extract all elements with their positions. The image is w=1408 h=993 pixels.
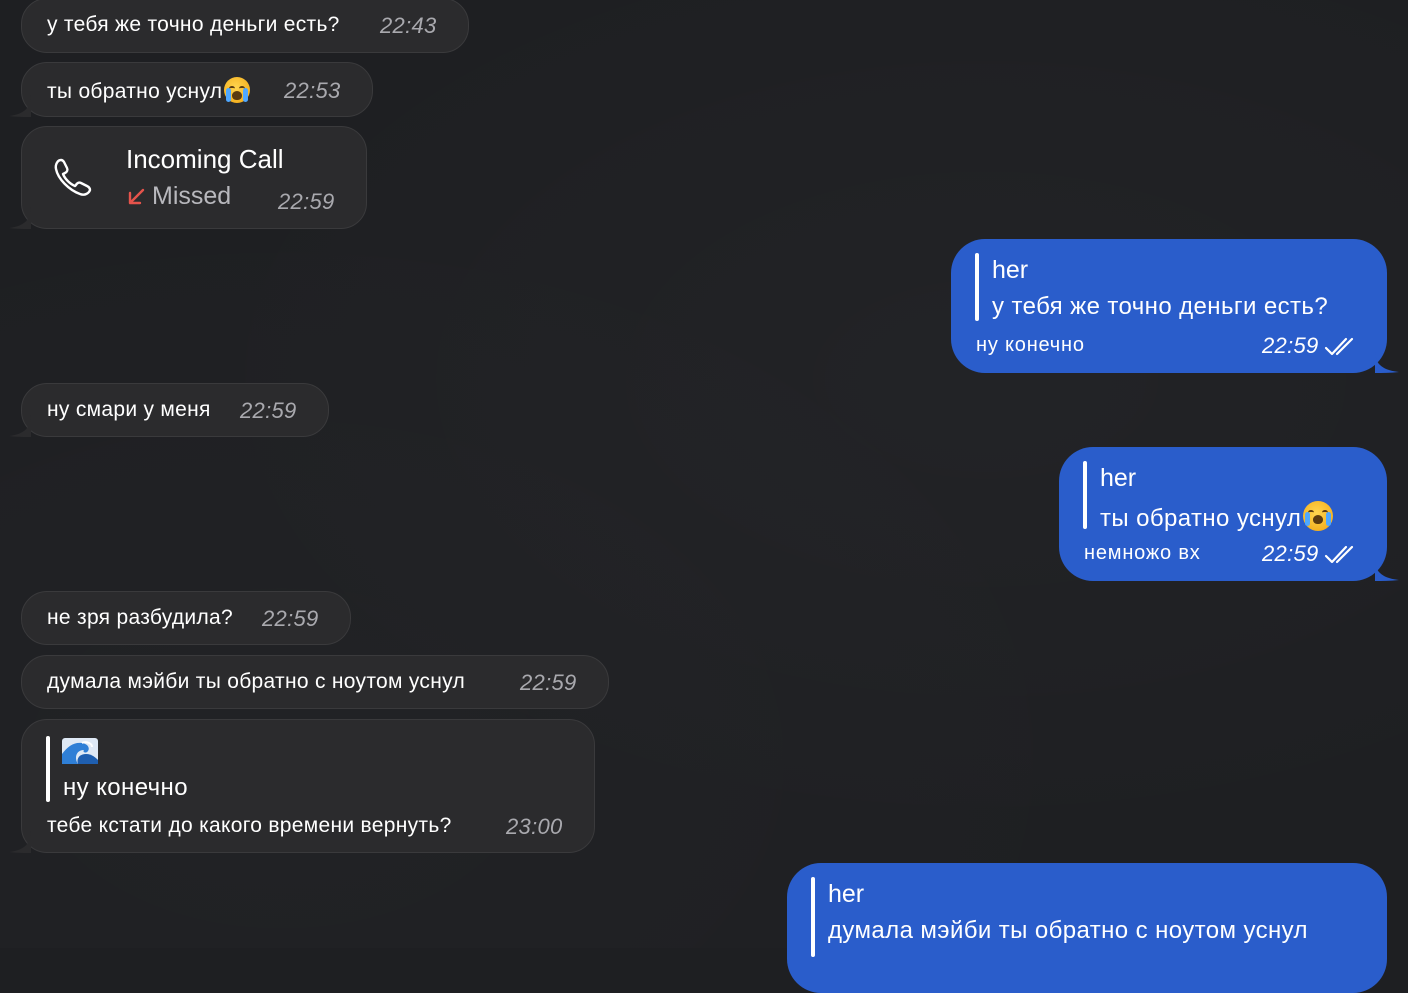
message-text: ну смари у меня (47, 398, 211, 421)
message-text: немножо вх (1084, 542, 1201, 564)
message-time: 22:59 (1262, 541, 1319, 566)
message-time: 22:43 (380, 13, 437, 38)
loudly-crying-face-icon (1303, 501, 1334, 531)
message-text: не зря разбудила? (47, 606, 233, 629)
bubble-tail (9, 415, 31, 437)
double-check-icon (1324, 545, 1354, 564)
bubble-tail (9, 207, 31, 229)
reply-quote-text: у тебя же точно деньги есть? (992, 293, 1329, 320)
message-text: ты обратно уснул (47, 77, 251, 104)
call-status: Missed (152, 182, 232, 210)
message-incoming[interactable]: думала мэйби ты обратно с ноутом уснул 2… (21, 655, 609, 709)
reply-quote-bar (1083, 461, 1087, 529)
reply-author: her (828, 880, 865, 908)
reply-quote-bar (46, 736, 50, 802)
message-outgoing[interactable]: her у тебя же точно деньги есть? ну коне… (951, 239, 1399, 373)
message-text-content: ты обратно уснул (47, 80, 223, 103)
reply-quote-text-content: ты обратно уснул (1100, 505, 1302, 532)
water-wave-icon (62, 738, 98, 764)
call-title: Incoming Call (126, 144, 284, 174)
bubble-tail (9, 831, 31, 853)
loudly-crying-face-icon (224, 77, 251, 103)
message-incoming[interactable]: ну смари у меня 22:59 (9, 383, 329, 437)
message-time: 22:59 (1262, 333, 1319, 358)
message-text: думала мэйби ты обратно с ноутом уснул (47, 670, 466, 693)
message-outgoing[interactable]: her ты обратно уснул немножо вх 22:59 (1059, 447, 1399, 581)
double-check-icon (1324, 337, 1354, 356)
message-text: у тебя же точно деньги есть? (47, 13, 340, 36)
reply-quote-text: ну конечно (63, 774, 188, 801)
message-incoming[interactable]: не зря разбудила? 22:59 (21, 591, 351, 645)
message-time: 22:59 (278, 189, 335, 214)
message-time: 22:59 (262, 606, 319, 631)
reply-author: her (992, 256, 1029, 284)
message-incoming[interactable]: у тебя же точно деньги есть? 22:43 (21, 0, 469, 53)
reply-quote-text: ты обратно уснул (1100, 501, 1334, 533)
reply-quote-bar (811, 877, 815, 957)
missed-call-arrow-icon (128, 188, 145, 205)
message-time: 22:59 (520, 670, 577, 695)
call-message[interactable]: Incoming Call Missed 22:59 (9, 126, 367, 229)
message-time: 22:59 (240, 398, 297, 423)
message-incoming[interactable]: ну конечно тебе кстати до какого времени… (9, 719, 595, 853)
message-incoming[interactable]: ты обратно уснул 22:53 (9, 62, 373, 117)
reply-quote-text: думала мэйби ты обратно с ноутом уснул (828, 917, 1308, 944)
bubble-tail (1375, 351, 1399, 373)
reply-quote-bar (975, 253, 979, 321)
phone-icon[interactable] (52, 156, 100, 200)
message-time: 22:53 (284, 78, 341, 103)
message-text: ну конечно (976, 334, 1085, 356)
bubble-tail (1375, 559, 1399, 581)
message-time: 23:00 (506, 814, 563, 839)
reply-author: her (1100, 464, 1137, 492)
message-outgoing[interactable]: her думала мэйби ты обратно с ноутом усн… (787, 863, 1387, 993)
message-text: тебе кстати до какого времени вернуть? (47, 814, 452, 837)
bubble-tail (9, 95, 31, 117)
